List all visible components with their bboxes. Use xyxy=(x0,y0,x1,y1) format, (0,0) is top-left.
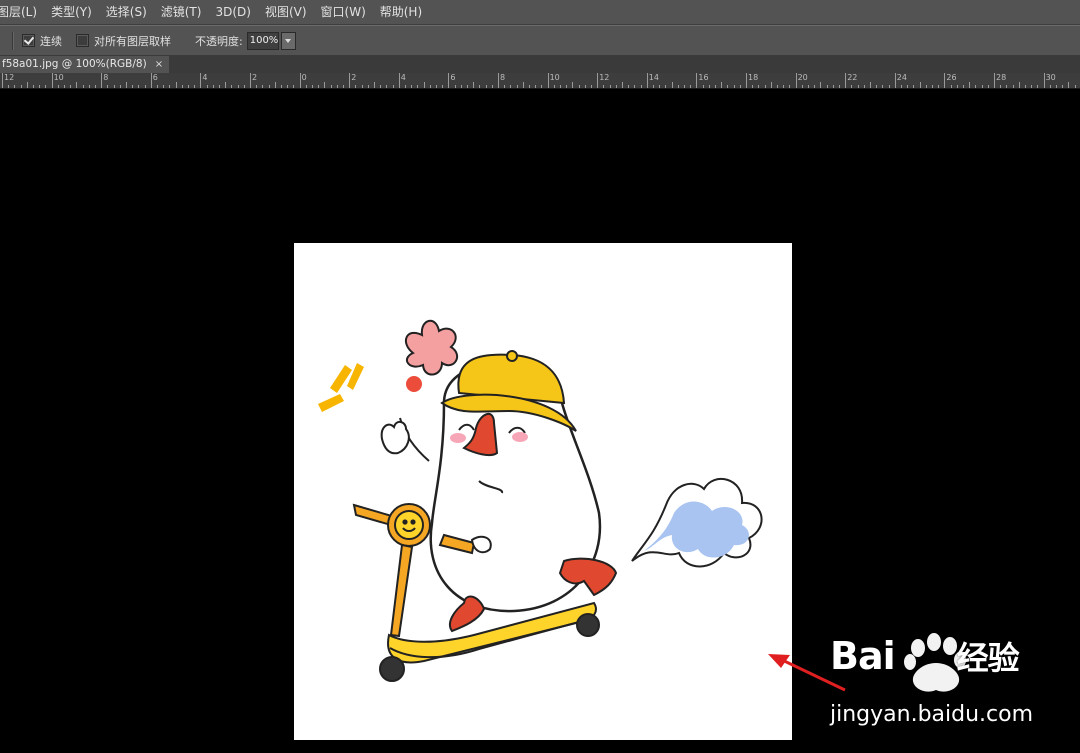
ruler-label: 6 xyxy=(450,73,456,82)
ruler-label: 10 xyxy=(53,73,64,82)
image-canvas[interactable] xyxy=(294,243,792,740)
ruler-label: 6 xyxy=(152,73,158,82)
menu-layer[interactable]: 图层(L) xyxy=(0,0,37,24)
sample-all-layers-label: 对所有图层取样 xyxy=(94,34,171,48)
ruler-label: 14 xyxy=(648,73,659,82)
ruler-label: 8 xyxy=(103,73,109,82)
watermark-url: jingyan.baidu.com xyxy=(830,702,1034,727)
ruler-label: 10 xyxy=(549,73,560,82)
watermark-brand-cn: 经验 xyxy=(956,639,1020,677)
horizontal-ruler: 12 10 8 6 4 2 0 2 4 6 8 10 12 14 16 18 20 22 24 26 28 30 xyxy=(0,73,1080,89)
ruler-label: 8 xyxy=(500,73,506,82)
ruler-label: 30 xyxy=(1045,73,1056,82)
document-tab-title: f58a01.jpg @ 100%(RGB/8) xyxy=(2,58,147,70)
ruler-label: 12 xyxy=(599,73,610,82)
opacity-dropdown-button[interactable] xyxy=(280,31,296,50)
ruler-label: 16 xyxy=(698,73,709,82)
menu-type[interactable]: 类型(Y) xyxy=(51,0,92,24)
contiguous-label: 连续 xyxy=(40,34,62,48)
watermark-brand: Bai 经验 xyxy=(830,633,1020,679)
contiguous-checkbox[interactable]: 连续 xyxy=(22,33,62,49)
close-tab-icon[interactable]: × xyxy=(155,56,163,73)
menu-bar: 图层(L) 类型(Y) 选择(S) 滤镜(T) 3D(D) 视图(V) 窗口(W… xyxy=(0,0,1080,25)
menu-filter[interactable]: 滤镜(T) xyxy=(161,0,202,24)
opacity-label: 不透明度: xyxy=(195,34,243,48)
menu-view[interactable]: 视图(V) xyxy=(265,0,307,24)
document-tab[interactable]: f58a01.jpg @ 100%(RGB/8) × xyxy=(0,56,170,73)
menu-help[interactable]: 帮助(H) xyxy=(380,0,422,24)
menu-select[interactable]: 选择(S) xyxy=(106,0,147,24)
opacity-input[interactable]: 100% xyxy=(246,31,279,50)
ruler-label: 26 xyxy=(946,73,957,82)
contiguous-checkbox-box[interactable] xyxy=(22,34,35,47)
sample-all-layers-checkbox[interactable]: 对所有图层取样 xyxy=(76,33,171,49)
ruler-label: 28 xyxy=(996,73,1007,82)
sample-all-layers-box[interactable] xyxy=(76,34,89,47)
menu-window[interactable]: 窗口(W) xyxy=(321,0,366,24)
options-bar: 连续 对所有图层取样 不透明度: 100% xyxy=(0,25,1080,56)
menu-3d[interactable]: 3D(D) xyxy=(215,0,250,24)
baidu-watermark: Bai 经验 jingyan.baidu.com xyxy=(770,630,1070,730)
exhaust-cloud xyxy=(631,478,763,568)
motion-lines xyxy=(318,363,364,412)
ruler-label: 12 xyxy=(4,73,15,82)
ruler-label: 24 xyxy=(896,73,907,82)
red-boot-front xyxy=(448,595,486,633)
ruler-label: 4 xyxy=(400,73,406,82)
waving-hand xyxy=(380,421,410,455)
ruler-ticks xyxy=(2,73,1076,88)
options-separator xyxy=(12,31,14,50)
ruler-label: 2 xyxy=(252,73,258,82)
illustration-snowman-scooter xyxy=(318,320,763,682)
watermark-brand-text: Bai xyxy=(830,634,896,678)
ruler-label: 2 xyxy=(351,73,357,82)
ruler-label: 18 xyxy=(748,73,759,82)
ruler-label: 4 xyxy=(202,73,208,82)
document-tab-bar: f58a01.jpg @ 100%(RGB/8) × xyxy=(0,55,1080,74)
ruler-label: 0 xyxy=(301,73,307,82)
ruler-label: 20 xyxy=(797,73,808,82)
ruler-label: 22 xyxy=(847,73,858,82)
